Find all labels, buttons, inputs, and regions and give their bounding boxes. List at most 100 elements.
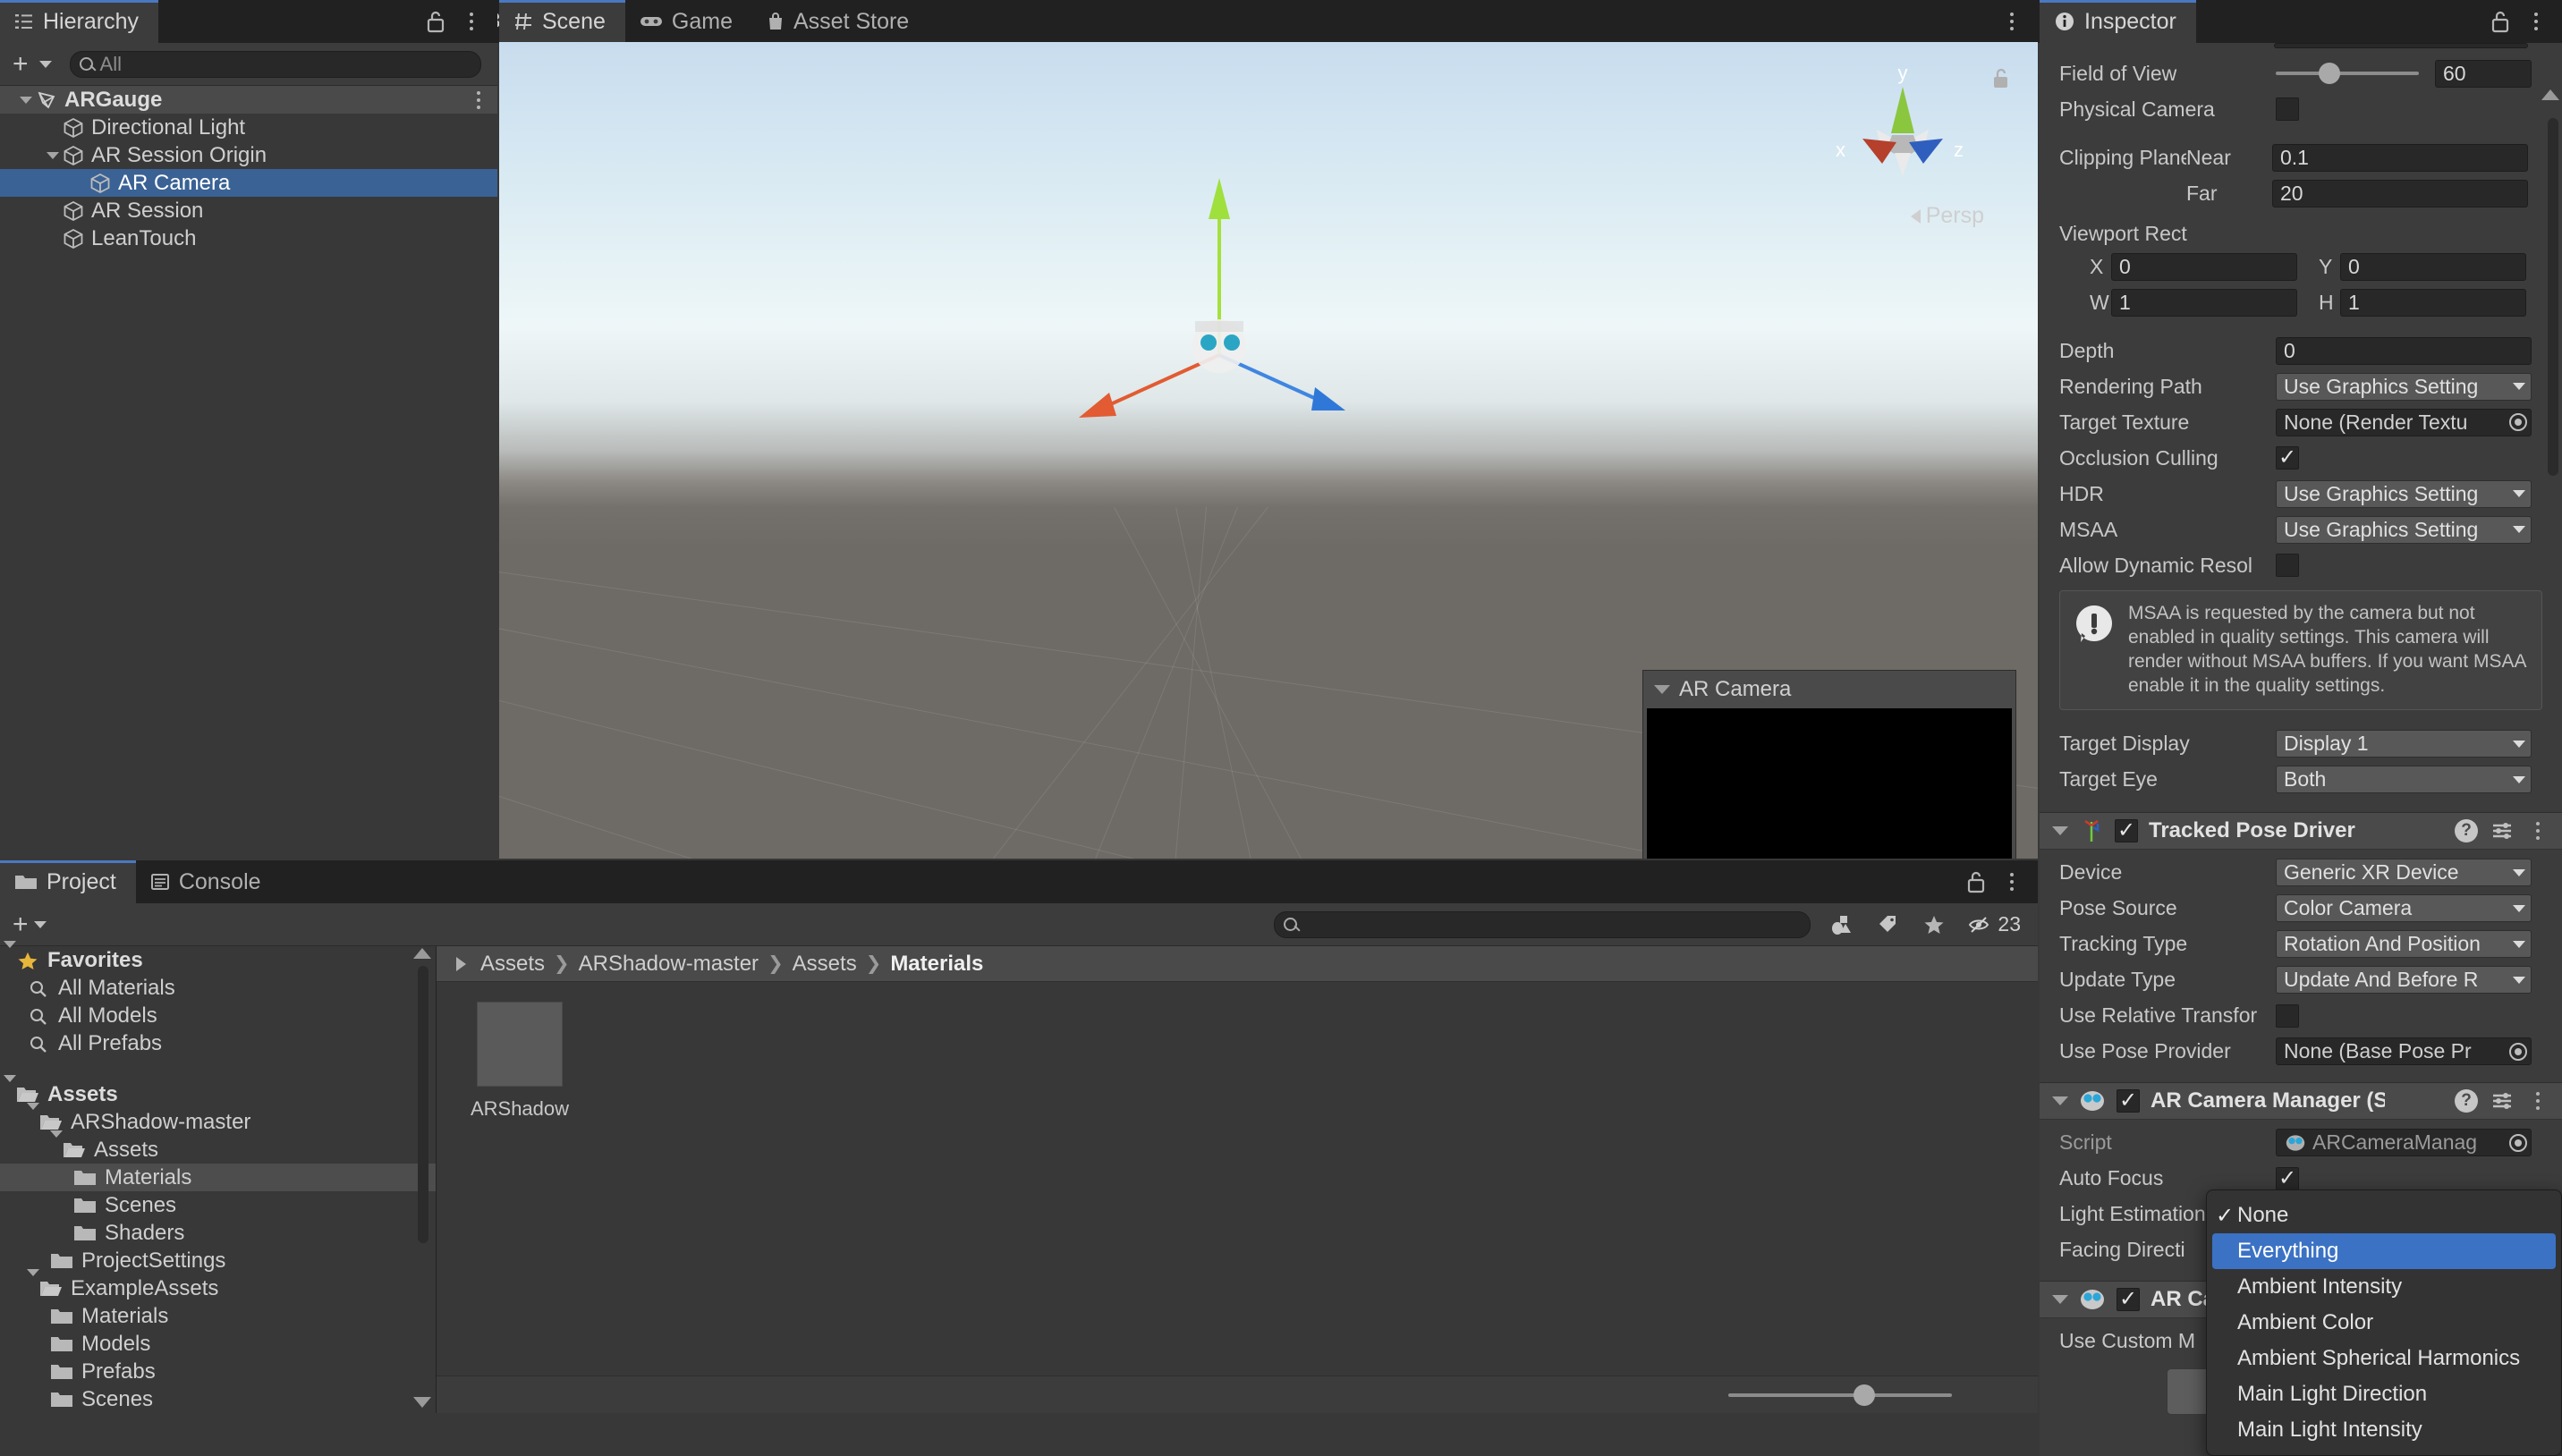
hierarchy-item-leantouch[interactable]: LeanTouch [0, 224, 497, 252]
viewport-x-input[interactable]: 0 [2111, 252, 2297, 281]
tracked-pose-driver-header[interactable]: Tracked Pose Driver ? [2040, 811, 2562, 850]
object-picker-icon[interactable] [2509, 1042, 2527, 1061]
project-tree-item-models[interactable]: Models [0, 1330, 436, 1358]
inspector-scrollbar[interactable] [2548, 118, 2558, 476]
depth-input[interactable]: 0 [2276, 336, 2532, 365]
device-dropdown[interactable]: Generic XR Device [2276, 859, 2532, 886]
project-tree-item-all-models[interactable]: All Models [0, 1002, 436, 1029]
project-tree-item-favorites[interactable]: Favorites [0, 940, 436, 974]
rendering-path-dropdown[interactable]: Use Graphics Setting [2276, 372, 2532, 401]
project-tree-scroll-down-arrow[interactable] [413, 1397, 431, 1408]
tab-project[interactable]: Project [0, 860, 136, 903]
project-tree-item-assets[interactable]: Assets [0, 1130, 436, 1164]
project-visibility-toggle[interactable]: 23 [1957, 907, 2031, 942]
breadcrumb-back-icon[interactable] [456, 956, 466, 971]
hierarchy-item-directional-light[interactable]: Directional Light [0, 114, 497, 141]
dropdown-option-everything[interactable]: Everything [2212, 1233, 2556, 1269]
occlusion-culling-checkbox[interactable] [2276, 446, 2299, 470]
asset-grid[interactable]: ARShadow [437, 982, 2038, 1376]
target-display-dropdown[interactable]: Display 1 [2276, 730, 2532, 758]
allow-dynamic-resolution-checkbox[interactable] [2276, 554, 2299, 577]
help-icon[interactable]: ? [2455, 818, 2478, 842]
project-tree-item-materials[interactable]: Materials [0, 1302, 436, 1330]
use-pose-provider-object-field[interactable]: None (Base Pose Pr [2276, 1037, 2532, 1065]
auto-focus-checkbox[interactable] [2276, 1166, 2299, 1190]
gizmo-lock-icon[interactable] [1991, 67, 2011, 90]
asset-item[interactable]: ARShadow [467, 1002, 573, 1376]
hierarchy-item-menu-icon[interactable] [467, 87, 490, 114]
inspector-scroll-up-arrow[interactable] [2541, 89, 2559, 100]
camera-preview-header[interactable]: AR Camera [1643, 671, 2015, 708]
lock-open-icon[interactable] [1966, 870, 1986, 893]
expand-triangle-icon[interactable] [4, 940, 16, 973]
expand-triangle-icon[interactable] [27, 1268, 39, 1301]
tab-game[interactable]: Game [625, 0, 752, 43]
project-tree-item-materials[interactable]: Materials [0, 1164, 436, 1191]
project-tree-item-all-materials[interactable]: All Materials [0, 974, 436, 1002]
field-of-view-slider[interactable] [2276, 63, 2419, 84]
script-object-field[interactable]: ARCameraManag [2276, 1129, 2532, 1156]
ar-camera-background-enabled-checkbox[interactable] [2117, 1287, 2140, 1311]
component-menu-icon[interactable] [2526, 817, 2549, 844]
tab-asset-store[interactable]: Asset Store [752, 0, 929, 43]
lock-open-icon[interactable] [426, 10, 445, 33]
hierarchy-item-argauge[interactable]: ARGauge [0, 86, 497, 114]
light-estimation-dropdown-menu[interactable]: ✓ None Everything Ambient Intensity Ambient … [2206, 1189, 2562, 1456]
component-menu-icon[interactable] [2526, 1088, 2549, 1114]
object-picker-icon[interactable] [2509, 413, 2527, 431]
breadcrumb-item-2[interactable]: Assets [793, 952, 857, 977]
tab-inspector[interactable]: Inspector [2040, 0, 2196, 43]
object-picker-icon[interactable] [2509, 1133, 2527, 1152]
tab-scene[interactable]: Scene [499, 0, 625, 43]
project-tree-item-arshadow-master[interactable]: ARShadow-master [0, 1102, 436, 1136]
collapse-triangle-icon[interactable] [2052, 1096, 2068, 1105]
field-of-view-slider-knob[interactable] [2319, 63, 2340, 84]
create-menu-chevron-down-icon[interactable] [38, 60, 52, 68]
project-tree-item-projectsettings[interactable]: ProjectSettings [0, 1247, 436, 1274]
lock-open-icon[interactable] [2490, 10, 2510, 33]
scene-menu-icon[interactable] [2000, 8, 2023, 35]
project-tree-item-all-prefabs[interactable]: All Prefabs [0, 1029, 436, 1057]
tracked-pose-driver-enabled-checkbox[interactable] [2115, 818, 2138, 842]
pose-source-dropdown[interactable]: Color Camera [2276, 894, 2532, 922]
use-relative-transform-checkbox[interactable] [2276, 1003, 2299, 1028]
viewport-y-input[interactable]: 0 [2340, 252, 2526, 281]
filter-by-favorite-button[interactable] [1911, 907, 1958, 942]
preset-icon[interactable] [2490, 1089, 2514, 1113]
project-menu-icon[interactable] [2000, 868, 2023, 895]
dropdown-option-ambient-color[interactable]: Ambient Color [2207, 1305, 2561, 1341]
dropdown-option-main-light-intensity[interactable]: Main Light Intensity [2207, 1412, 2561, 1448]
create-object-button[interactable]: + [7, 50, 34, 78]
viewport-h-input[interactable]: 1 [2340, 288, 2526, 317]
expand-triangle-icon[interactable] [27, 1102, 39, 1135]
project-folder-tree[interactable]: Favorites All Materials All Models All Pref… [0, 940, 437, 1413]
expand-triangle-icon[interactable] [43, 151, 63, 159]
target-eye-dropdown[interactable]: Both [2276, 766, 2532, 793]
project-tree-item-prefabs[interactable]: Prefabs [0, 1358, 436, 1385]
project-tree-item-shaders[interactable]: Shaders [0, 1219, 436, 1247]
dropdown-option-main-light-direction[interactable]: Main Light Direction [2207, 1376, 2561, 1412]
breadcrumb-item-0[interactable]: Assets [480, 952, 545, 977]
target-texture-object-field[interactable]: None (Render Textu [2276, 408, 2532, 436]
far-input[interactable]: 20 [2272, 179, 2528, 207]
hierarchy-item-ar-session-origin[interactable]: AR Session Origin [0, 141, 497, 169]
scene-orientation-gizmo[interactable]: y x z [1818, 60, 1988, 203]
hdr-dropdown[interactable]: Use Graphics Setting [2276, 479, 2532, 508]
update-type-dropdown[interactable]: Update And Before R [2276, 966, 2532, 994]
near-input[interactable]: 0.1 [2272, 143, 2528, 172]
inspector-menu-icon[interactable] [2524, 8, 2548, 35]
expand-triangle-icon[interactable] [4, 1074, 16, 1107]
transform-move-gizmo[interactable] [1054, 167, 1385, 453]
tab-console[interactable]: Console [136, 860, 281, 903]
collapse-triangle-icon[interactable] [2052, 1294, 2068, 1304]
viewport-w-input[interactable]: 1 [2111, 288, 2297, 317]
hierarchy-tree[interactable]: ARGauge Directional Light AR Session Origi… [0, 86, 497, 859]
create-asset-chevron-down-icon[interactable] [33, 920, 47, 928]
hierarchy-item-ar-camera[interactable]: AR Camera [0, 169, 497, 197]
collapse-triangle-icon[interactable] [2052, 825, 2068, 835]
scene-projection-label[interactable]: Persp [1910, 203, 1984, 229]
field-of-view-input[interactable]: 60 [2435, 59, 2532, 88]
create-asset-button[interactable]: + [7, 910, 34, 938]
project-tree-item-exampleassets[interactable]: ExampleAssets [0, 1268, 436, 1302]
dropdown-option-ambient-intensity[interactable]: Ambient Intensity [2207, 1269, 2561, 1305]
